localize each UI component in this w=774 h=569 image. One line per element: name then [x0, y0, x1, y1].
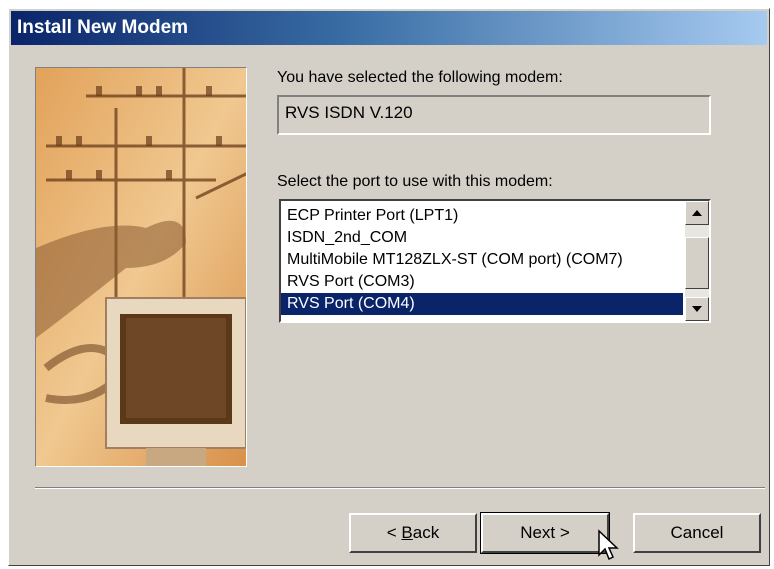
- port-list-item[interactable]: ISDN_2nd_COM: [281, 227, 683, 249]
- cancel-button[interactable]: Cancel: [633, 513, 761, 553]
- wizard-side-image: [35, 67, 247, 467]
- port-listbox[interactable]: ECP Printer Port (LPT1) ISDN_2nd_COM Multi…: [279, 199, 711, 323]
- port-list-item[interactable]: MultiMobile MT128ZLX-ST (COM port) (COM7…: [281, 249, 683, 271]
- port-list-item[interactable]: ECP Printer Port (LPT1): [281, 205, 683, 227]
- mouse-pointer-icon: [598, 529, 619, 561]
- port-list-item[interactable]: RVS Port (COM3): [281, 271, 683, 293]
- back-prefix: <: [386, 523, 402, 542]
- selected-modem-label: You have selected the following modem:: [277, 69, 563, 86]
- next-button[interactable]: Next >: [480, 512, 610, 554]
- port-list-scrollbar[interactable]: [685, 201, 709, 321]
- scroll-thumb[interactable]: [685, 237, 709, 289]
- back-button[interactable]: < Back: [349, 513, 477, 553]
- scroll-down-button[interactable]: [685, 297, 709, 321]
- scroll-up-button[interactable]: [685, 201, 709, 225]
- button-separator: [35, 487, 765, 489]
- back-rest: ack: [412, 523, 440, 542]
- selected-modem-field: RVS ISDN V.120: [277, 95, 711, 135]
- port-list-items: ECP Printer Port (LPT1) ISDN_2nd_COM Multi…: [281, 205, 683, 315]
- scroll-up-arrow-icon: [692, 210, 702, 216]
- back-access-key: B: [401, 523, 413, 542]
- window-title: Install New Modem: [11, 11, 767, 45]
- install-modem-dialog: Install New Modem You have selected the …: [8, 8, 770, 566]
- port-list-item[interactable]: RVS Port (COM4): [281, 293, 683, 315]
- scroll-down-arrow-icon: [692, 306, 702, 312]
- port-select-label: Select the port to use with this modem:: [277, 173, 553, 190]
